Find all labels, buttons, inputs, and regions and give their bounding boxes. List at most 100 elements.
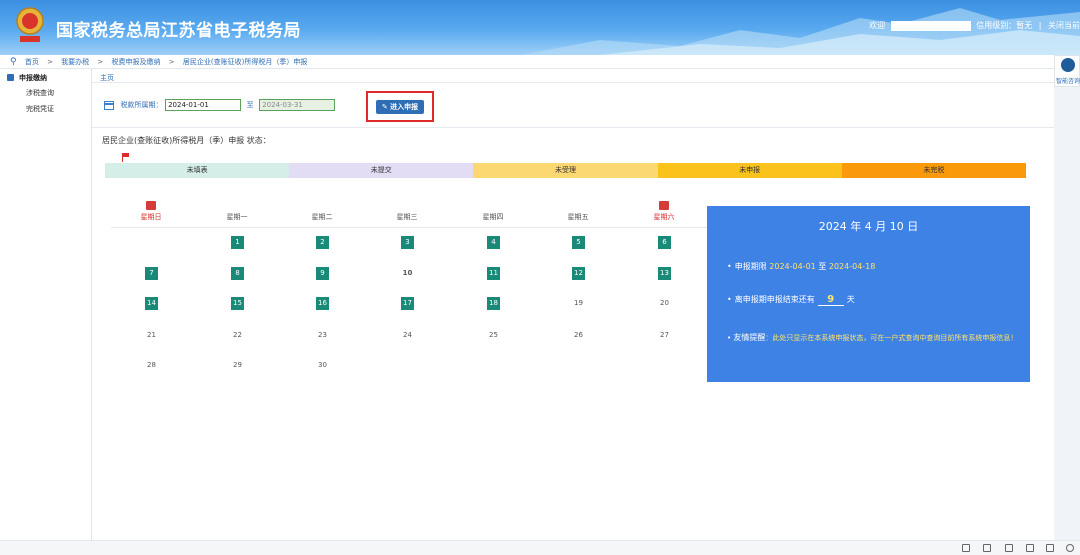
separator: | — [1038, 21, 1042, 30]
window-icon[interactable] — [1046, 544, 1054, 552]
notice-text: ：此处只显示在本系统申报状态，可在一户式查询中查询目前所有系统申报信息！ — [765, 334, 1018, 342]
calendar-day[interactable]: 2 — [316, 236, 329, 249]
breadcrumb-home[interactable]: 首页 — [25, 58, 39, 66]
breadcrumb-declare[interactable]: 税费申报及缴纳 — [112, 58, 161, 66]
calendar-day[interactable]: 11 — [487, 267, 500, 280]
bullet: • — [727, 262, 732, 271]
remaining-label: 离申报期申报结束还有 — [734, 295, 815, 304]
breadcrumb-bar: ⚲ 首页 > 我要办税 > 税费申报及缴纳 > 居民企业(查账征收)所得税月（季… — [0, 55, 1080, 69]
weekday-label: 星期三 — [396, 213, 418, 221]
calendar-day[interactable]: 26 — [572, 329, 585, 342]
period-start-input[interactable] — [165, 99, 242, 111]
main-content: 主页 税款所属期： 至 ✎ 进入申报 居民企业(查账征收)所得税月（季）申报 状… — [92, 69, 1054, 540]
flag-icon — [122, 153, 130, 162]
notice-label: 友情提醒 — [733, 333, 766, 342]
calendar-day[interactable]: 8 — [231, 267, 244, 280]
sidebar-item-declare[interactable]: 申报缴纳 — [19, 73, 47, 83]
declare-period-label: 申报期限 — [734, 262, 767, 271]
enter-declaration-label: 进入申报 — [390, 103, 419, 111]
status-segment: 未填表 — [105, 163, 290, 178]
calendar-day[interactable]: 5 — [572, 236, 585, 249]
calendar-day[interactable]: 6 — [658, 236, 671, 249]
calendar-day[interactable]: 7 — [145, 267, 158, 280]
calendar-day[interactable]: 9 — [316, 267, 329, 280]
trash-icon[interactable] — [1005, 544, 1013, 552]
close-current-link[interactable]: 关闭当前 — [1048, 21, 1080, 30]
enter-declaration-button[interactable]: ✎ 进入申报 — [376, 100, 424, 114]
menu-icon — [7, 74, 14, 81]
calendar-day[interactable]: 23 — [316, 329, 329, 342]
calendar-day[interactable]: 28 — [145, 359, 158, 372]
weekday-label: 星期一 — [226, 213, 248, 221]
status-segment: 未提交 — [289, 163, 474, 178]
volume-icon[interactable] — [1026, 544, 1034, 552]
calendar-day[interactable]: 16 — [316, 297, 329, 310]
status-segment: 未完税 — [841, 163, 1026, 178]
site-title: 国家税务总局江苏省电子税务局 — [56, 21, 301, 41]
calendar-day[interactable]: 25 — [487, 329, 500, 342]
status-segment: 未受理 — [473, 163, 658, 178]
assistant-label: 智能咨询 — [1055, 78, 1080, 85]
breadcrumb-tax[interactable]: 我要办税 — [61, 58, 89, 66]
period-end-input[interactable] — [259, 99, 336, 111]
sidebar-item-query[interactable]: 涉税查询 — [26, 88, 54, 98]
calendar-day[interactable]: 17 — [401, 297, 414, 310]
tax-period-label: 税款所属期： — [120, 101, 163, 109]
calendar-day[interactable]: 29 — [231, 359, 244, 372]
search-icon[interactable] — [1066, 544, 1074, 552]
remaining-days: 9 — [817, 294, 844, 306]
calendar-day[interactable]: 3 — [401, 236, 414, 249]
breadcrumb-current[interactable]: 居民企业(查账征收)所得税月（季）申报 — [183, 58, 307, 66]
tax-period-row: 税款所属期： 至 — [104, 99, 336, 113]
declare-period-end: 2024-04-18 — [828, 262, 876, 271]
calendar-day[interactable]: 19 — [572, 297, 585, 310]
user-name-mask — [890, 20, 971, 31]
rocket-icon[interactable] — [962, 544, 970, 552]
calendar-day[interactable]: 15 — [231, 297, 244, 310]
calendar-day[interactable]: 30 — [316, 359, 329, 372]
weekday-label: 星期六 — [653, 213, 675, 221]
calendar-day[interactable]: 24 — [401, 329, 414, 342]
status-title: 居民企业(查账征收)所得税月（季）申报 状态： — [102, 136, 271, 145]
sidebar-item-certificate[interactable]: 完税凭证 — [26, 104, 54, 114]
remaining-days-line: • 离申报期申报结束还有 9 天 — [727, 294, 855, 306]
declare-period-start: 2024-04-01 — [769, 262, 816, 271]
highlight-box: ✎ 进入申报 — [366, 91, 434, 122]
credit-level: 信用级别：暂无 — [976, 21, 1033, 30]
smart-assistant-button[interactable]: 智能咨询 — [1054, 55, 1080, 87]
info-date: 2024 年 4 月 10 日 — [818, 220, 919, 233]
calendar-day[interactable]: 20 — [658, 297, 671, 310]
calendar-day[interactable]: 21 — [145, 329, 158, 342]
status-segment: 未申报 — [657, 163, 842, 178]
calendar-day[interactable]: 10 — [401, 267, 414, 280]
bullet: • — [727, 334, 732, 342]
top-header: 国家税务总局江苏省电子税务局 欢迎 信用级别：暂无 | 关闭当前 — [0, 0, 1080, 55]
user-welcome: 欢迎 信用级别：暂无 | 关闭当前 — [869, 20, 1080, 31]
copy-icon[interactable] — [983, 544, 991, 552]
breadcrumb: ⚲ 首页 > 我要办税 > 税费申报及缴纳 > 居民企业(查账征收)所得税月（季… — [10, 57, 307, 67]
weekday-label: 星期二 — [311, 213, 333, 221]
calendar-day[interactable]: 1 — [231, 236, 244, 249]
declare-period-line: • 申报期限 2024-04-01 至 2024-04-18 — [727, 261, 875, 272]
calendar-day[interactable]: 14 — [145, 297, 158, 310]
bullet: • — [727, 295, 732, 304]
calendar-day[interactable]: 18 — [487, 297, 500, 310]
weekday-label: 星期四 — [482, 213, 504, 221]
headset-icon — [1061, 58, 1075, 72]
period-to-label: 至 — [246, 101, 254, 109]
tax-emblem-icon — [16, 7, 44, 42]
footer-toolbar — [0, 540, 1080, 555]
status-bar: 未填表 未提交 未受理 未申报 未完税 — [105, 163, 1026, 178]
calendar-day[interactable]: 27 — [658, 329, 671, 342]
breadcrumb-arrow-icon: > — [47, 58, 53, 66]
calendar-day[interactable]: 4 — [487, 236, 500, 249]
welcome-label: 欢迎 — [869, 21, 886, 30]
holiday-badge-icon — [659, 201, 669, 210]
breadcrumb-arrow-icon: > — [97, 58, 104, 66]
calendar-day[interactable]: 12 — [572, 267, 585, 280]
remaining-unit: 天 — [846, 295, 855, 304]
calendar-day[interactable]: 22 — [231, 329, 244, 342]
calendar-day[interactable]: 13 — [658, 267, 671, 280]
notice: • 友情提醒：此处只显示在本系统申报状态，可在一户式查询中查询目前所有系统申报信… — [727, 331, 1027, 345]
holiday-badge-icon — [146, 201, 156, 210]
